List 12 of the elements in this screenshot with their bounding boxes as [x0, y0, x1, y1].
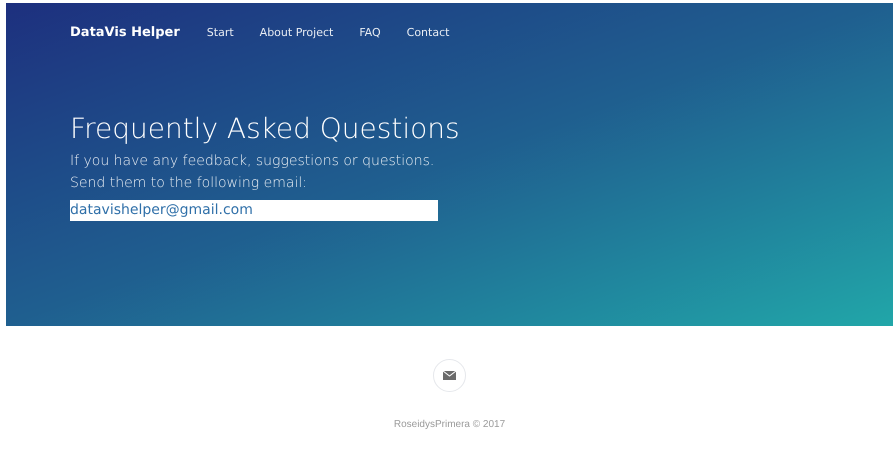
nav-link[interactable]: Start: [206, 24, 234, 42]
nav-link[interactable]: Contact: [406, 24, 450, 42]
envelope-icon: [443, 371, 456, 380]
brand-link[interactable]: DataVis Helper: [70, 23, 180, 43]
intro-text: If you have any feedback, suggestions or questions.: [70, 152, 436, 171]
nav-link[interactable]: About Project: [260, 24, 334, 42]
page-title: Frequently Asked Questions: [70, 111, 461, 147]
email-field[interactable]: datavishelper@gmail.com: [70, 200, 438, 221]
nav-link[interactable]: FAQ: [359, 24, 381, 42]
mail-button[interactable]: [433, 359, 466, 392]
intro-text: Send them to the following email:: [70, 174, 308, 193]
copyright-text: RoseidysPrimera © 2017: [394, 418, 506, 432]
